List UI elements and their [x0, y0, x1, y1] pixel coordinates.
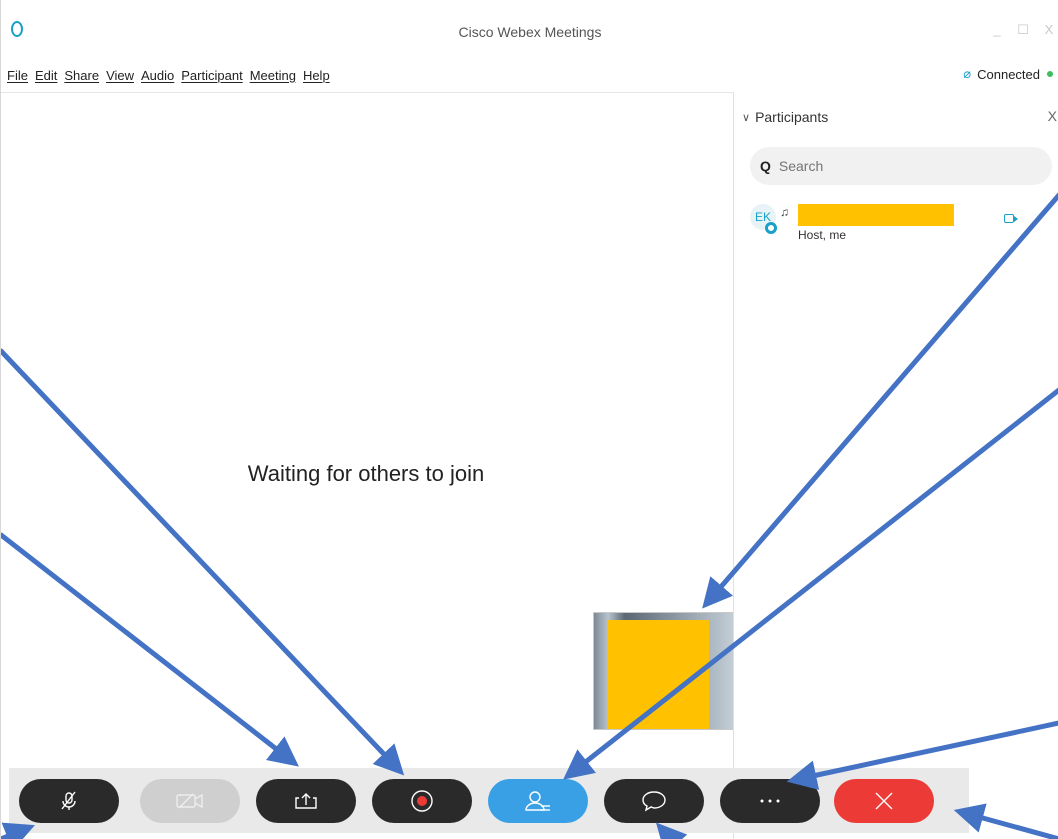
- webex-status-icon: [765, 222, 777, 234]
- panel-title: Participants: [755, 109, 829, 125]
- video-off-icon: [176, 793, 203, 809]
- menu-file[interactable]: File: [7, 68, 28, 83]
- menu-view[interactable]: View: [106, 68, 134, 83]
- menu-edit[interactable]: Edit: [35, 68, 57, 83]
- more-icon: [760, 799, 780, 803]
- search-input[interactable]: [778, 158, 1029, 174]
- menu-participant[interactable]: Participant: [181, 68, 242, 83]
- record-icon: [411, 790, 433, 812]
- connection-dot-icon: [1047, 71, 1053, 77]
- window-controls: _ ☐ X: [991, 22, 1055, 38]
- participant-name-redacted: [798, 204, 954, 226]
- more-button[interactable]: [720, 779, 820, 823]
- menu-help[interactable]: Help: [303, 68, 330, 83]
- webex-window: Cisco Webex Meetings _ ☐ X File Edit Sha…: [0, 0, 1058, 839]
- search-icon: Q: [760, 158, 771, 174]
- mic-muted-icon: [61, 791, 76, 810]
- menu-audio[interactable]: Audio: [141, 68, 174, 83]
- waiting-message: Waiting for others to join: [247, 461, 485, 486]
- connection-icon: ⌀: [963, 66, 972, 81]
- connection-label: Connected: [977, 66, 1040, 82]
- redaction-box: [607, 620, 709, 729]
- menu-meeting[interactable]: Meeting: [250, 68, 296, 83]
- video-camera-icon: [1004, 214, 1018, 223]
- mute-button[interactable]: [19, 779, 119, 823]
- window-title: Cisco Webex Meetings: [458, 24, 602, 40]
- connection-status[interactable]: ⌀ Connected: [963, 66, 1053, 82]
- panel-close-button[interactable]: X: [1048, 108, 1057, 124]
- leave-meeting-button[interactable]: [834, 779, 934, 823]
- participant-role: Host, me: [798, 228, 847, 242]
- menu-share[interactable]: Share: [64, 68, 99, 83]
- participant-row[interactable]: EK ♫ Host, me: [748, 200, 1048, 248]
- panel-header[interactable]: ∨ Participants: [742, 109, 828, 125]
- maximize-icon[interactable]: ☐: [1017, 22, 1029, 38]
- minimize-icon[interactable]: _: [991, 22, 1003, 38]
- chat-button[interactable]: [604, 779, 704, 823]
- share-button[interactable]: [256, 779, 356, 823]
- participants-panel: ∨ Participants X Q EK ♫ Host, me: [734, 92, 1058, 839]
- chevron-down-icon[interactable]: ∨: [742, 111, 750, 124]
- close-icon: [875, 792, 893, 810]
- close-window-icon[interactable]: X: [1043, 22, 1055, 38]
- record-button[interactable]: [372, 779, 472, 823]
- meeting-control-bar: [9, 768, 969, 833]
- headset-icon: ♫: [780, 205, 789, 219]
- chat-icon: [642, 791, 666, 812]
- share-icon: [295, 793, 317, 809]
- participants-button[interactable]: [488, 779, 588, 823]
- menu-bar: File Edit Share View Audio Participant M…: [1, 62, 1058, 88]
- participants-icon: [525, 791, 550, 811]
- participant-search[interactable]: Q: [750, 147, 1052, 185]
- self-view-video[interactable]: [593, 612, 734, 730]
- title-bar: Cisco Webex Meetings _ ☐ X: [1, 0, 1058, 62]
- video-button[interactable]: [140, 779, 240, 823]
